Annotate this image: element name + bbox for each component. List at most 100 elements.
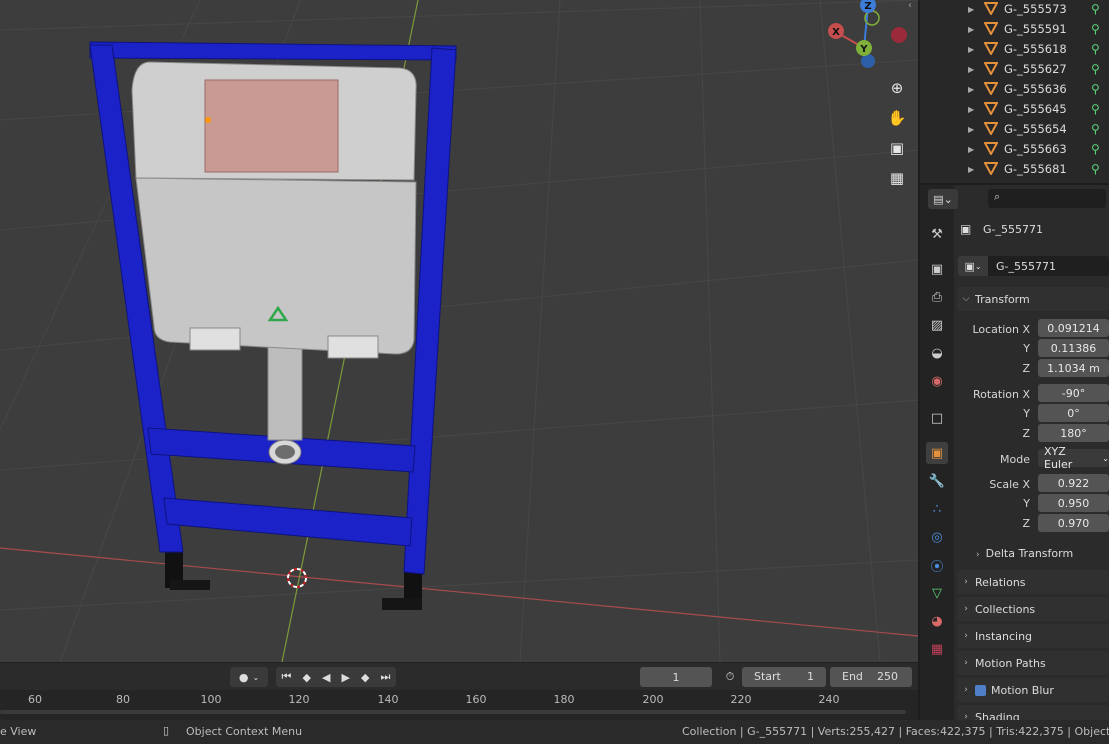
ruler-tick: 100: [200, 693, 222, 706]
material-tab-icon[interactable]: ◕: [926, 610, 948, 632]
modifier-tab-icon[interactable]: 🔧: [926, 470, 948, 492]
transform-panel-header[interactable]: ⌵ Transform: [957, 287, 1109, 311]
motion-blur-checkbox[interactable]: [975, 684, 986, 696]
mesh-cone-icon: [983, 121, 999, 138]
status-stats: Collection | G-_555771 | Verts:255,427 |…: [682, 725, 1109, 738]
ruler-tick: 140: [377, 693, 399, 706]
scale-x-field[interactable]: 0.922: [1038, 474, 1109, 492]
relations-panel-header[interactable]: › Relations: [957, 570, 1109, 594]
object-name-label: G-_555771: [983, 223, 1043, 236]
location-x-field[interactable]: 0.091214: [1038, 319, 1109, 337]
start-frame-field[interactable]: Start 1: [742, 667, 826, 687]
outliner-item[interactable]: ▶ G-_555618 ⚲: [920, 39, 1109, 59]
3d-viewport[interactable]: X Y Z ⊕ ✋ ▣ ▦ ‹: [0, 0, 918, 662]
object-browse-icon[interactable]: ▣ ⌄: [958, 256, 988, 276]
output-tab-icon[interactable]: ⎙: [926, 286, 948, 308]
timeline-scrollbar[interactable]: [0, 710, 906, 714]
ruler-tick: 120: [288, 693, 310, 706]
current-frame-field[interactable]: 1: [640, 667, 712, 687]
outliner-item[interactable]: ▶ G-_555663 ⚲: [920, 139, 1109, 159]
properties-tabs: ▤⌄ ⚒ ▣ ⎙ ▨ ◒ ◉ □ ▣ 🔧 ∴ ◎ ⦿ ▽ ◕ ▦: [920, 185, 958, 720]
status-bar: e View ▯ Object Context Menu Collection …: [0, 720, 1109, 744]
outliner-item[interactable]: ▶ G-_555627 ⚲: [920, 59, 1109, 79]
cistern-body: [135, 177, 417, 355]
object-tab-icon[interactable]: ▣: [926, 442, 948, 464]
play-icon[interactable]: ▶: [342, 671, 350, 684]
collections-panel-header[interactable]: › Collections: [957, 597, 1109, 621]
rotation-x-field[interactable]: -90°: [1038, 384, 1109, 402]
zoom-icon[interactable]: ⊕: [884, 75, 910, 101]
outliner-item[interactable]: ▶ G-_555591 ⚲: [920, 19, 1109, 39]
chevron-down-icon: ⌄: [1102, 453, 1109, 463]
timeline-ruler[interactable]: 60 80 100 120 140 160 180 200 220 240: [0, 690, 918, 720]
outliner-item[interactable]: ▶ G-_555654 ⚲: [920, 119, 1109, 139]
play-reverse-icon[interactable]: ◀: [322, 671, 330, 684]
3d-cursor: [287, 568, 307, 588]
ruler-tick: 80: [116, 693, 130, 706]
editor-type-icon[interactable]: ▤⌄: [928, 189, 958, 209]
svg-text:Z: Z: [864, 1, 871, 12]
keyframe-record-button[interactable]: ● ⌄: [230, 667, 268, 687]
jump-end-icon[interactable]: ⏭: [381, 670, 391, 684]
chevron-right-icon: ›: [964, 631, 968, 641]
outliner-item[interactable]: ▶ G-_555645 ⚲: [920, 99, 1109, 119]
motion-paths-panel-header[interactable]: › Motion Paths: [957, 651, 1109, 675]
texture-tab-icon[interactable]: ▦: [926, 638, 948, 660]
svg-text:Y: Y: [859, 44, 868, 55]
collapse-arrow-icon[interactable]: ‹: [908, 0, 912, 11]
data-tab-icon[interactable]: ▽: [926, 582, 948, 604]
scale-y-field[interactable]: 0.950: [1038, 494, 1109, 512]
grid-ortho-icon[interactable]: ▦: [884, 165, 910, 191]
status-context-text: Object Context Menu: [186, 725, 303, 738]
constraints-tab-icon[interactable]: ⦿: [926, 554, 948, 576]
jump-start-icon[interactable]: ⏮: [282, 670, 292, 684]
scene-tab-icon[interactable]: ◒: [926, 342, 948, 364]
timeline-controls: ● ⌄ ⏮ ◆ ◀ ▶ ◆ ⏭ 1 ⏱ Start 1 End 250: [0, 662, 918, 691]
next-keyframe-icon[interactable]: ◆: [361, 671, 369, 684]
modifier-link-icon: ⚲: [1091, 42, 1100, 56]
physics-tab-icon[interactable]: ◎: [926, 526, 948, 548]
chevron-down-icon: ⌵: [962, 294, 970, 304]
stopwatch-icon[interactable]: ⏱: [720, 667, 740, 687]
outliner: ▶ G-_555573 ⚲ ▶ G-_555591 ⚲ ▶ G-_555618 ⚲ ▶ G-_…: [920, 0, 1109, 183]
prev-keyframe-icon[interactable]: ◆: [302, 671, 310, 684]
shading-panel-header[interactable]: › Shading: [957, 705, 1109, 720]
outliner-item[interactable]: ▶ G-_555636 ⚲: [920, 79, 1109, 99]
chevron-right-icon: ›: [964, 577, 968, 587]
mesh-cone-icon: [983, 1, 999, 18]
mouse-icon: ▯: [163, 724, 170, 737]
location-z-field[interactable]: 1.1034 m: [1038, 359, 1109, 377]
particles-tab-icon[interactable]: ∴: [926, 498, 948, 520]
scale-z-field[interactable]: 0.970: [1038, 514, 1109, 532]
location-y-field[interactable]: 0.11386: [1038, 339, 1109, 357]
tool-tab-icon[interactable]: ⚒: [926, 223, 948, 245]
ruler-tick: 240: [818, 693, 840, 706]
search-input[interactable]: ⌕: [988, 189, 1106, 208]
camera-view-icon[interactable]: ▣: [884, 135, 910, 161]
rotation-y-field[interactable]: 0°: [1038, 404, 1109, 422]
delta-transform-subpanel[interactable]: › Delta Transform: [976, 547, 1073, 560]
world-tab-icon[interactable]: ◉: [926, 370, 948, 392]
object-icon: ▣: [960, 222, 972, 236]
chevron-right-icon: ›: [964, 712, 968, 720]
chevron-right-icon: ›: [964, 604, 968, 614]
rotation-mode-select[interactable]: XYZ Euler ⌄: [1038, 445, 1109, 471]
motion-blur-panel-header[interactable]: › Motion Blur: [957, 678, 1109, 702]
render-tab-icon[interactable]: ▣: [926, 258, 948, 280]
outliner-item[interactable]: ▶ G-_555573 ⚲: [920, 0, 1109, 19]
mesh-cone-icon: [983, 161, 999, 178]
end-frame-field[interactable]: End 250: [830, 667, 912, 687]
access-panel: [204, 79, 339, 173]
hand-pan-icon[interactable]: ✋: [884, 105, 910, 131]
instancing-panel-header[interactable]: › Instancing: [957, 624, 1109, 648]
rotation-z-field[interactable]: 180°: [1038, 424, 1109, 442]
collection-tab-icon[interactable]: □: [926, 407, 948, 429]
modifier-link-icon: ⚲: [1091, 22, 1100, 36]
mesh-cone-icon: [983, 21, 999, 38]
outliner-item[interactable]: ▶ G-_555681 ⚲: [920, 159, 1109, 179]
view-layer-tab-icon[interactable]: ▨: [926, 314, 948, 336]
object-name-field[interactable]: G-_555771: [988, 256, 1109, 276]
gizmo-neg-x: [891, 27, 907, 43]
modifier-link-icon: ⚲: [1091, 82, 1100, 96]
modifier-link-icon: ⚲: [1091, 62, 1100, 76]
